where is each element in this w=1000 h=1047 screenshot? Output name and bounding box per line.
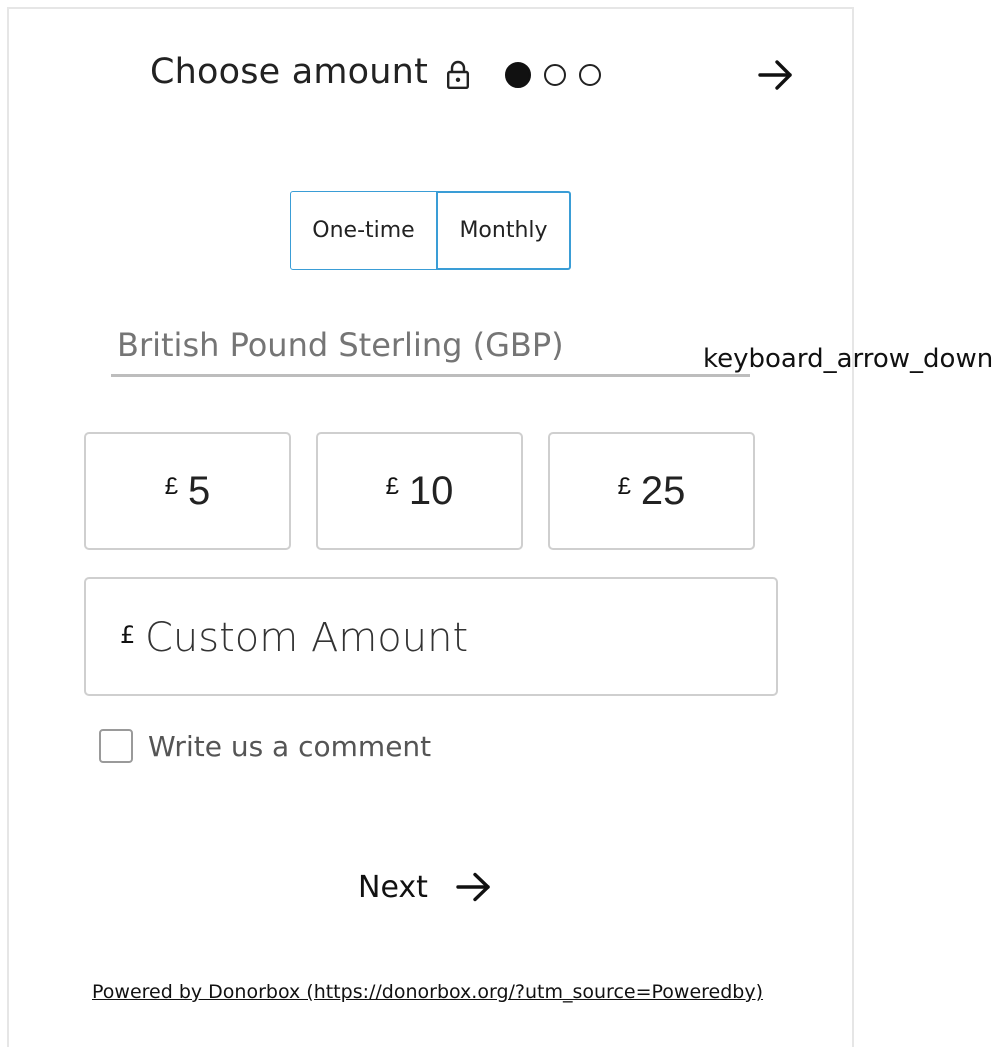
- amount-value: 10: [408, 468, 454, 513]
- lock-icon: [447, 60, 470, 90]
- currency-symbol: £: [164, 473, 179, 500]
- currency-select[interactable]: British Pound Sterling (GBP): [111, 323, 750, 377]
- comment-label: Write us a comment: [148, 729, 432, 763]
- powered-by-link[interactable]: Powered by Donorbox (https://donorbox.or…: [92, 981, 763, 1003]
- step-dot: [544, 64, 566, 86]
- comment-checkbox[interactable]: [99, 729, 133, 763]
- chevron-down-icon[interactable]: keyboard_arrow_down: [703, 344, 993, 374]
- currency-symbol: £: [385, 473, 399, 500]
- one-time-button[interactable]: One-time: [290, 191, 437, 270]
- currency-value: British Pound Sterling (GBP): [117, 326, 564, 364]
- step-dot: [579, 64, 601, 86]
- amount-option-25[interactable]: £ 25: [548, 432, 755, 550]
- frequency-toggle: One-time Monthly: [290, 191, 571, 270]
- next-button[interactable]: Next: [358, 864, 494, 910]
- comment-option[interactable]: Write us a comment: [99, 729, 431, 763]
- next-label: Next: [358, 869, 428, 905]
- currency-symbol: £: [617, 473, 631, 500]
- page-title: Choose amount: [150, 52, 428, 92]
- amount-value: 25: [640, 468, 686, 513]
- amount-value: 5: [188, 468, 211, 513]
- currency-symbol: £: [120, 621, 136, 649]
- arrow-right-icon: [456, 872, 490, 902]
- step-indicator: [505, 62, 601, 88]
- monthly-button[interactable]: Monthly: [436, 191, 571, 270]
- amount-option-10[interactable]: £ 10: [316, 432, 523, 550]
- amount-option-5[interactable]: £ 5: [84, 432, 291, 550]
- arrow-right-icon[interactable]: [756, 58, 796, 92]
- custom-amount-placeholder: Custom Amount: [145, 615, 469, 661]
- step-dot-active: [505, 62, 531, 88]
- custom-amount-input[interactable]: £ Custom Amount: [84, 577, 778, 696]
